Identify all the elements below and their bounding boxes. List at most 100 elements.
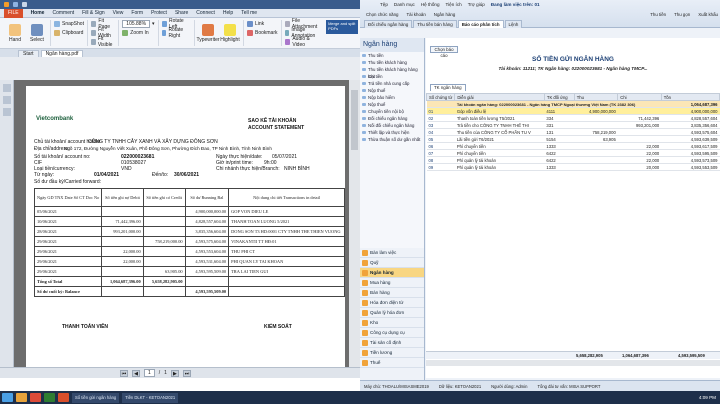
page-number-input[interactable]: 1 (144, 369, 155, 377)
horizontal-scrollbar[interactable] (426, 360, 720, 366)
prev-page-button[interactable]: ◀ (132, 369, 140, 377)
menu-home[interactable]: Home (31, 10, 45, 16)
nav-item[interactable]: Nối đối chiếu ngân hàng (360, 122, 424, 129)
module-button[interactable]: Bán hàng (360, 288, 424, 298)
module-button[interactable]: Quỹ (360, 258, 424, 268)
rotate-right-button[interactable]: Rotate Right (161, 27, 191, 39)
toolbar-bank[interactable]: Ngân hàng (432, 12, 457, 17)
clipboard-button[interactable]: Clipboard (54, 29, 84, 37)
toolbar-collapse[interactable]: Thu gọn (672, 12, 692, 17)
tab-document[interactable]: Ngân hàng.pdf (40, 50, 84, 57)
module-button[interactable]: Kho (360, 318, 424, 328)
hand-tool-button[interactable]: Hand (5, 23, 25, 43)
typewriter-button[interactable]: Typewriter (196, 23, 220, 43)
pdf-app-icon[interactable] (58, 393, 69, 402)
vertical-scrollbar[interactable] (349, 80, 360, 367)
grid-row[interactable]: 05 Lãi tiền gửi T6/2021 5154 63,905 4,593,63… (426, 135, 720, 143)
nav-item[interactable]: Thu tiền (360, 52, 424, 59)
tab-reconcile[interactable]: Đối chiếu ngân hàng (364, 20, 413, 28)
menu-he-thong[interactable]: Hệ thống (421, 2, 440, 7)
choose-report-button[interactable]: Chọn báo cáo (430, 46, 458, 58)
toolbar-function[interactable]: Chọn chức năng (364, 12, 400, 17)
highlight-button[interactable]: Highlight (220, 23, 240, 43)
nav-item[interactable]: Thừa thuận số dư gần nhất (360, 136, 424, 143)
nav-item[interactable]: Trả tiền nhà cung cấp (360, 80, 424, 87)
excel-icon[interactable] (44, 393, 55, 402)
nav-item[interactable]: Nộp thuế (360, 101, 424, 108)
menu-share[interactable]: Share (175, 10, 188, 16)
task-database[interactable]: Tiền DLKT - KETOAN2021 (122, 392, 179, 403)
bookmark-button[interactable]: Bookmark (246, 29, 278, 37)
select-tool-button[interactable]: Select (27, 23, 47, 43)
nav-item[interactable]: Chi tiền (360, 73, 424, 80)
start-icon[interactable] (2, 393, 13, 402)
zoom-select[interactable]: 105.88% ▾ (122, 20, 155, 28)
last-page-button[interactable]: ⏭ (182, 369, 191, 377)
bookmarks-panel-icon[interactable] (3, 84, 11, 92)
module-button[interactable]: Quản lý hóa đơn (360, 308, 424, 318)
module-button[interactable]: Thuế (360, 358, 424, 368)
menu-protect[interactable]: Protect (151, 10, 167, 16)
nav-item[interactable]: Thu tiền khách hàng (360, 59, 424, 66)
menu-danh-muc[interactable]: Danh mục (394, 2, 415, 7)
toolbar-account[interactable]: Tài khoản (404, 12, 427, 17)
menu-tro-giup[interactable]: Trợ giúp (468, 2, 485, 7)
grid-row[interactable]: 02 Thanh toán tiền lương T5/2021 334 71,442… (426, 114, 720, 122)
save-icon[interactable] (13, 2, 18, 7)
promo-banner[interactable]: Merge and split PDFs (326, 20, 358, 34)
fit-visible-button[interactable]: Fit Visible (90, 36, 115, 48)
module-button[interactable]: Mua hàng (360, 278, 424, 288)
module-button[interactable]: Ngân hàng (360, 268, 424, 278)
module-button[interactable]: Tiền lương (360, 348, 424, 358)
module-button[interactable]: Hóa đơn điện tử (360, 298, 424, 308)
grid-row[interactable]: 03 Trả tiền cho CÔNG TY TNHH THẾ THI 331 99… (426, 121, 720, 129)
toolbar-receipt[interactable]: Thu tiền (648, 12, 668, 17)
tab-sales-receipt[interactable]: Thu tiền bán hàng (413, 20, 457, 28)
pages-panel-icon[interactable] (3, 96, 11, 104)
grid-row[interactable]: 06 Phí chuyển tiền 1333 22,000 4,593,617,509 (426, 142, 720, 150)
nav-item[interactable]: Chuyển tiền nội bộ (360, 108, 424, 115)
pdf-title-bar (0, 0, 360, 9)
next-page-button[interactable]: ▶ (170, 369, 179, 377)
grid-row[interactable]: 01 Góp vốn điều lệ 4111 4,900,000,000 4,900,… (426, 107, 720, 115)
undo-icon[interactable] (22, 2, 27, 7)
zoom-in-button[interactable]: Zoom In (122, 29, 154, 37)
bank-account-tab[interactable]: TK ngân hàng (430, 84, 466, 91)
menu-tep[interactable]: Tệp (380, 2, 388, 7)
menu-comment[interactable]: Comment (52, 10, 74, 16)
grid-row[interactable]: 07 Phí chuyển tiền 6422 22,000 4,593,595,509 (426, 149, 720, 157)
menu-help[interactable]: Help (223, 10, 233, 16)
grid-row[interactable]: 04 Thu tiền của CÔNG TY CỔ PHẦN TU V 131 75… (426, 128, 720, 136)
snapshot-button[interactable]: SnapShot (54, 20, 84, 28)
menu-tien-ich[interactable]: Tiện ích (446, 2, 462, 7)
menu-fill-sign[interactable]: Fill & Sign (82, 10, 105, 16)
nav-item[interactable]: Nộp bảo hiểm (360, 94, 424, 101)
menu-view[interactable]: View (113, 10, 124, 16)
tab-start[interactable]: Start (18, 50, 39, 57)
nav-item[interactable]: Thu tiền khách hàng hàng loạt (360, 66, 424, 79)
grid-row[interactable]: 08 Phí quản lý tài khoản 6422 22,000 4,593,5… (426, 156, 720, 164)
scroll-thumb[interactable] (351, 90, 358, 150)
task-accounting[interactable]: Sổ tiền gửi ngân hàng (72, 392, 120, 403)
nav-item[interactable]: Thiết lập và thực hiện (360, 129, 424, 136)
toolbar-export[interactable]: Xuất khẩu (696, 12, 720, 17)
nav-item[interactable]: Đối chiếu ngân hàng (360, 115, 424, 122)
audio-video-button[interactable]: Audio & Video (284, 36, 324, 48)
module-button[interactable]: Tài sản cố định (360, 338, 424, 348)
tab-report[interactable]: Báo cáo phân tích (457, 20, 504, 28)
grid-row[interactable]: 09 Phí quản lý tài khoản 1333 20,000 4,593,5… (426, 163, 720, 171)
first-page-button[interactable]: ⏮ (120, 369, 128, 377)
browser-icon[interactable] (30, 393, 41, 402)
module-button[interactable]: Công cụ dụng cụ (360, 328, 424, 338)
link-button[interactable]: Link (246, 20, 278, 28)
grid-group-row[interactable]: Tài khoản ngân hàng: 022000023681 - Ngân… (426, 100, 720, 108)
menu-connect[interactable]: Connect (196, 10, 215, 16)
menu-file[interactable]: FILE (4, 8, 23, 18)
menu-form[interactable]: Form (131, 10, 143, 16)
explorer-icon[interactable] (16, 393, 27, 402)
module-button[interactable]: Bàn làm việc (360, 248, 424, 258)
tell-me-search[interactable]: Tell me (241, 10, 257, 16)
comments-panel-icon[interactable] (3, 108, 11, 116)
nav-item[interactable]: Nộp thuế (360, 87, 424, 94)
tab-command[interactable]: Lệnh (504, 20, 523, 28)
